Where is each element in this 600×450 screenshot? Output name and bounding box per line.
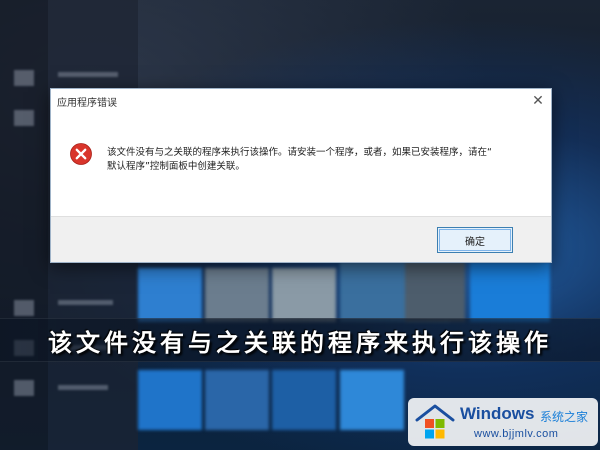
start-tile [138,268,202,322]
start-tile [138,370,202,430]
close-icon[interactable]: ✕ [527,91,549,111]
watermark-subtitle: 系统之家 [540,410,589,424]
dialog-titlebar[interactable]: 应用程序错误 ✕ [51,89,551,115]
error-icon [70,143,92,165]
sidebar-icon [14,300,34,316]
start-tile [272,370,336,430]
start-tile [205,370,269,430]
error-message-line: 该文件没有与之关联的程序来执行该操作。请安装一个程序，或者，如果已安装程序，请在… [107,147,492,158]
windows-house-logo-icon [415,404,455,439]
caption-banner: 该文件没有与之关联的程序来执行该操作 [0,318,600,362]
error-dialog: 应用程序错误 ✕ 该文件没有与之关联的程序来执行该操作。请安装一个程序，或者，如… [50,88,552,263]
sidebar-icon [14,110,34,126]
ok-button[interactable]: 确定 [437,227,513,253]
error-message-line: 默认程序”控制面板中创建关联。 [107,161,245,172]
start-tile [205,268,269,322]
error-message: 该文件没有与之关联的程序来执行该操作。请安装一个程序，或者，如果已安装程序，请在… [107,146,537,174]
dialog-footer: 确定 [51,216,551,262]
caption-text: 该文件没有与之关联的程序来执行该操作 [48,327,552,357]
dialog-content: 该文件没有与之关联的程序来执行该操作。请安装一个程序，或者，如果已安装程序，请在… [51,115,551,218]
site-watermark: Windows 系统之家 www.bjjmlv.com [408,398,598,446]
watermark-brand: Windows [460,404,535,423]
start-menu-sidebar [0,0,48,450]
start-tile [405,262,465,322]
start-tile [272,268,336,322]
sidebar-icon [14,380,34,396]
watermark-url: www.bjjmlv.com [474,428,559,440]
dialog-title: 应用程序错误 [57,98,117,109]
start-tile [470,262,550,322]
start-tile [340,370,404,430]
sidebar-icon [14,70,34,86]
